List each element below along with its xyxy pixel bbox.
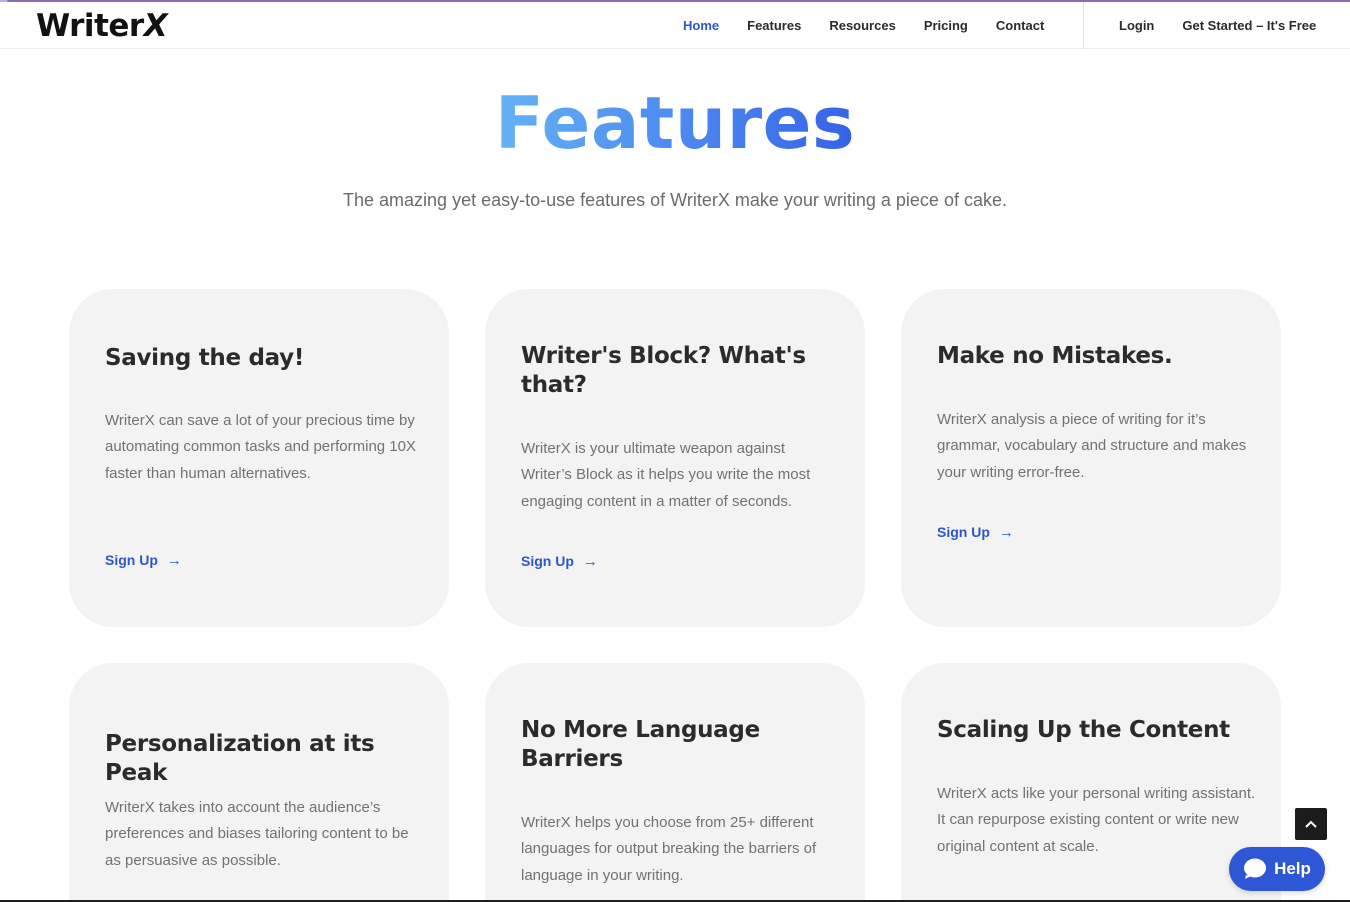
site-header: WriterX Home Features Resources Pricing … — [0, 2, 1350, 49]
help-label: Help — [1274, 859, 1311, 878]
nav-pricing[interactable]: Pricing — [924, 18, 968, 33]
nav-home[interactable]: Home — [683, 18, 719, 33]
nav-contact[interactable]: Contact — [996, 18, 1044, 33]
sign-up-link[interactable]: Sign Up → — [937, 524, 1014, 540]
card-title: Writer's Block? What's that? — [521, 343, 806, 398]
card-body: WriterX acts like your personal writing … — [937, 785, 1256, 855]
arrow-right-icon: → — [166, 551, 182, 569]
logo-x: X — [143, 8, 168, 44]
main-nav: Home Features Resources Pricing Contact — [683, 2, 1072, 49]
feature-card-saving-the-day: Saving the day! WriterX can save a lot o… — [69, 289, 449, 627]
feature-card-language-barriers: No More Language Barriers WriterX helps … — [485, 663, 865, 902]
login-link[interactable]: Login — [1119, 18, 1154, 33]
chat-bubble-icon — [1244, 858, 1267, 879]
card-body: WriterX can save a lot of your precious … — [105, 412, 416, 482]
nav-resources[interactable]: Resources — [829, 18, 895, 33]
sign-up-link[interactable]: Sign Up → — [521, 553, 598, 569]
sign-up-label: Sign Up — [521, 553, 574, 569]
auth-links: Login Get Started – It's Free — [1119, 2, 1316, 49]
nav-divider — [1083, 2, 1084, 49]
card-title: Scaling Up the Content — [937, 717, 1230, 743]
card-title: No More Language Barriers — [521, 717, 760, 772]
arrow-right-icon: → — [998, 523, 1014, 541]
card-body: WriterX analysis a piece of writing for … — [937, 411, 1247, 481]
card-title: Make no Mistakes. — [937, 343, 1173, 369]
get-started-link[interactable]: Get Started – It's Free — [1182, 18, 1316, 33]
chevron-up-icon — [1305, 820, 1317, 828]
logo-text: Writer — [36, 8, 144, 44]
sign-up-label: Sign Up — [937, 524, 990, 540]
scroll-to-top-button[interactable] — [1295, 808, 1327, 840]
sign-up-link[interactable]: Sign Up → — [105, 552, 182, 568]
card-title: Personalization at its Peak — [105, 731, 375, 786]
feature-card-personalization: Personalization at its Peak WriterX take… — [69, 663, 449, 902]
page-title-text: Features — [494, 81, 856, 165]
page-title: Features — [0, 80, 1350, 166]
card-body: WriterX takes into account the audience’… — [105, 799, 409, 869]
feature-card-make-no-mistakes: Make no Mistakes. WriterX analysis a pie… — [901, 289, 1281, 627]
nav-features[interactable]: Features — [747, 18, 801, 33]
help-chat-button[interactable]: Help — [1229, 847, 1325, 891]
writerx-logo[interactable]: WriterX — [36, 8, 168, 44]
feature-card-writers-block: Writer's Block? What's that? WriterX is … — [485, 289, 865, 627]
card-title: Saving the day! — [105, 345, 305, 371]
sign-up-label: Sign Up — [105, 552, 158, 568]
page-subtitle: The amazing yet easy-to-use features of … — [343, 190, 1007, 210]
card-body: WriterX is your ultimate weapon against … — [521, 440, 811, 510]
feature-card-scaling-content: Scaling Up the Content WriterX acts like… — [901, 663, 1281, 902]
card-body: WriterX helps you choose from 25+ differ… — [521, 814, 817, 884]
arrow-right-icon: → — [582, 552, 598, 570]
